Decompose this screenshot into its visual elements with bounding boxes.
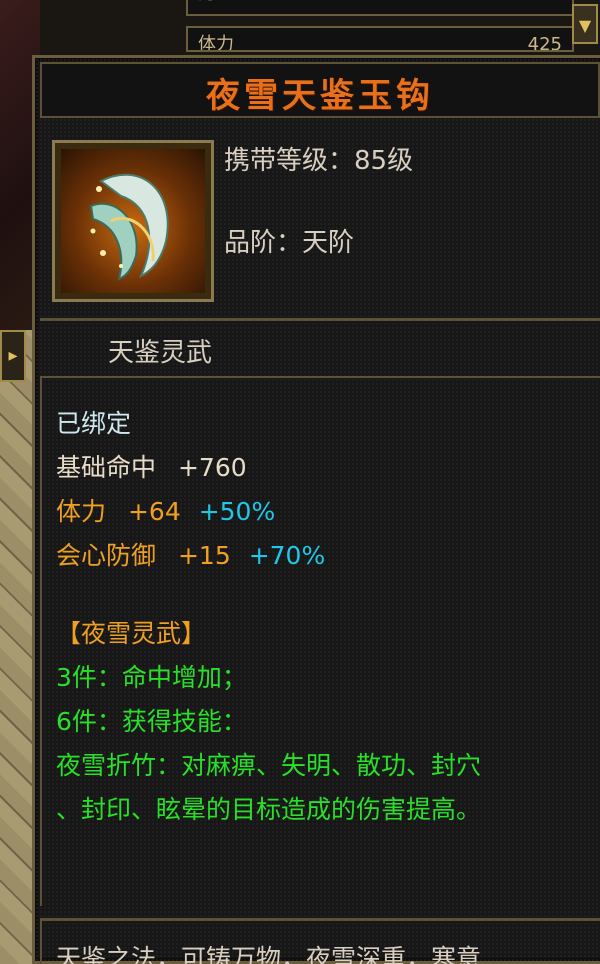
item-grade: 品阶：天阶 — [224, 228, 355, 258]
item-name: 夜雪天鉴玉钩 — [206, 76, 434, 116]
stat-value: +64 — [127, 497, 181, 526]
item-category: 天鉴灵武 — [108, 338, 213, 368]
set-name: 【夜雪灵武】 — [56, 619, 207, 648]
bound-status: 已绑定 — [56, 409, 132, 438]
divider — [40, 318, 600, 321]
item-claw-icon — [61, 149, 205, 293]
attribute-label: 体力 — [198, 34, 234, 52]
scroll-arrow-icon[interactable]: ▼ — [572, 4, 598, 44]
description-section: 天鉴之法，可铸万物，夜雪深重，寒意 — [40, 918, 600, 964]
item-icon-frame — [52, 140, 214, 302]
stat-bonus: +50% — [198, 497, 276, 526]
stat-value: +15 — [177, 541, 231, 570]
set-skill-line-1: 夜雪折竹：对麻痹、失明、散功、封穴 — [56, 751, 482, 780]
stat-value: +760 — [177, 453, 247, 482]
set-effect-6: 6件：获得技能： — [56, 707, 247, 736]
stat-name: 会心防御 — [56, 541, 157, 570]
attribute-value: 160 — [528, 0, 562, 5]
set-skill-line-2: 、封印、眩晕的目标造成的伤害提高。 — [56, 795, 482, 824]
side-tab[interactable]: ▸ — [0, 330, 26, 382]
attribute-row-strength: 力量 160 — [186, 0, 574, 16]
attribute-value: 425 — [527, 34, 562, 52]
item-title-bar: 夜雪天鉴玉钩 — [40, 62, 600, 118]
item-description: 天鉴之法，可铸万物，夜雪深重，寒意 — [56, 944, 482, 964]
stat-name: 基础命中 — [56, 453, 157, 482]
attribute-label: 力量 — [198, 0, 234, 5]
attribute-row-stamina: 体力 425 — [186, 26, 574, 52]
stat-row: 体力 +64 +50% — [56, 492, 275, 528]
stat-row: 基础命中 +760 — [56, 448, 247, 484]
carry-level: 携带等级：85级 — [224, 146, 414, 176]
set-effect-3: 3件：命中增加； — [56, 663, 247, 692]
stat-row: 会心防御 +15 +70% — [56, 536, 325, 572]
stat-bonus: +70% — [248, 541, 326, 570]
stat-name: 体力 — [56, 497, 107, 526]
